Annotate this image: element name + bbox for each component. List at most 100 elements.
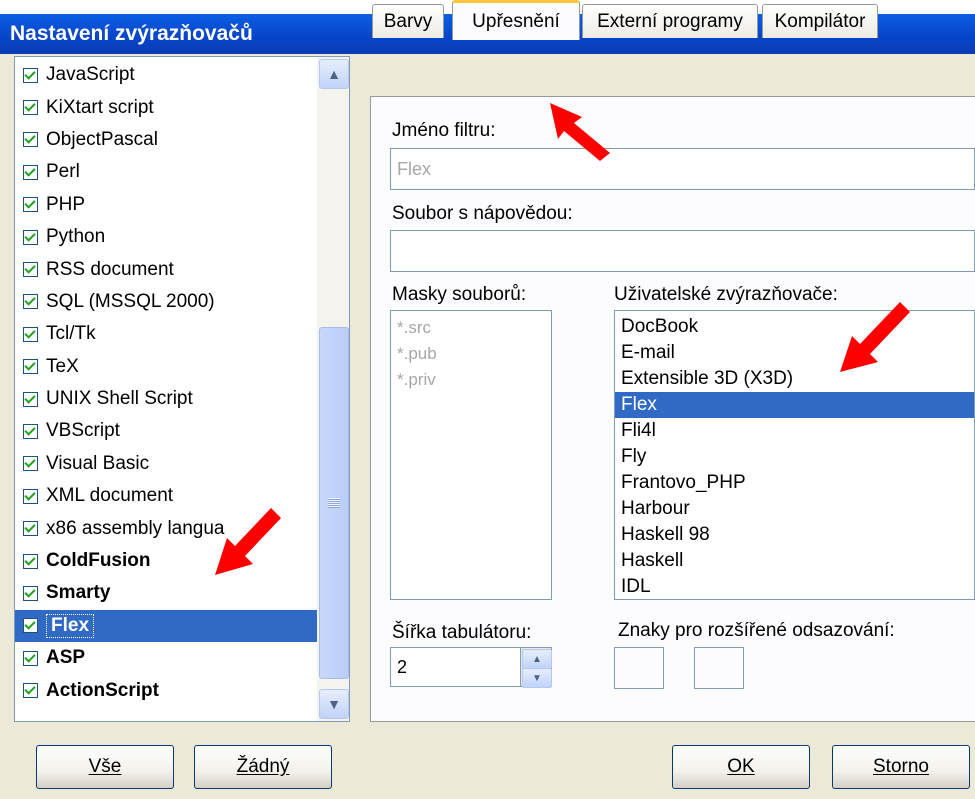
highlighter-label: Python [46,226,106,248]
arrow-icon [550,103,610,161]
checkbox[interactable] [23,359,38,375]
checkbox[interactable] [23,456,38,472]
arrow-icon [215,508,281,575]
highlighter-label: Flex [46,613,95,638]
tab-barvy[interactable]: Barvy [372,4,444,38]
highlighter-label: x86 assembly langua [46,517,225,539]
highlighter-label: ObjectPascal [46,128,158,150]
spin-up-button[interactable]: ▲ [522,649,552,669]
highlighter-item[interactable]: Visual Basic [15,448,317,480]
highlighter-item[interactable]: ActionScript [15,674,317,706]
list-item[interactable]: Fly [615,444,974,470]
highlighter-item[interactable]: Tcl/Tk [15,318,317,350]
tab-label: Kompilátor [774,10,866,32]
highlighter-item[interactable]: Python [15,221,317,253]
checkbox[interactable] [23,197,38,213]
scroll-down-button[interactable]: ▼ [319,689,349,719]
chevron-down-icon: ▼ [532,672,542,684]
checkbox[interactable] [23,67,38,83]
indent-char-2-field[interactable] [694,647,744,689]
checkbox[interactable] [23,262,38,278]
checkbox[interactable] [23,585,38,601]
highlighter-item[interactable]: KiXtart script [15,91,317,123]
highlighter-item[interactable]: UNIX Shell Script [15,383,317,415]
button-label: Vše [88,756,122,777]
ok-button[interactable]: OK [672,745,810,789]
highlighter-item[interactable]: Smarty [15,577,317,609]
tab-label: Barvy [383,10,433,32]
highlighter-item[interactable]: VBScript [15,415,317,447]
checkbox[interactable] [23,521,38,537]
highlighter-item[interactable]: Perl [15,156,317,188]
checkbox[interactable] [23,618,38,634]
checkbox[interactable] [23,683,38,699]
tab-upresneni[interactable]: Upřesnění [452,0,580,40]
checkbox[interactable] [23,164,38,180]
masks-label: Masky souborů: [392,284,527,305]
list-item[interactable]: *.pub [391,341,551,367]
tab-width-input[interactable]: 2 [390,647,522,687]
highlighter-label: RSS document [46,258,174,280]
highlighter-item[interactable]: SQL (MSSQL 2000) [15,286,317,318]
checkbox[interactable] [23,229,38,245]
button-label: Storno [873,756,929,777]
list-item[interactable]: Extensible 3D (X3D) [615,366,974,392]
chevron-down-icon: ▼ [327,696,341,712]
list-item[interactable]: Fli4l [615,418,974,444]
list-item[interactable]: Haskell 98 [615,522,974,548]
filter-name-label: Jméno filtru: [392,120,496,141]
button-label: OK [727,756,755,777]
scroll-up-button[interactable]: ▲ [319,59,349,89]
highlighter-item[interactable]: RSS document [15,253,317,285]
highlighter-list-scrollbar[interactable]: ▲ ▼ [317,57,349,721]
scroll-thumb[interactable] [319,327,349,679]
tab-width-spinner[interactable]: ▲ ▼ [520,647,552,688]
indent-chars-label: Znaky pro rozšířené odsazování: [618,620,895,641]
highlighter-item[interactable]: TeX [15,351,317,383]
file-masks-list[interactable]: *.src *.pub *.priv [390,310,552,600]
help-file-field[interactable] [390,230,975,272]
highlighter-label: ColdFusion [46,550,151,572]
list-item[interactable]: *.src [391,315,551,341]
tab-externi-programy[interactable]: Externí programy [582,4,758,38]
highlighter-list[interactable]: JavaScript KiXtart script ObjectPascal Perl… [14,56,350,722]
highlighter-rows: JavaScript KiXtart script ObjectPascal Perl… [15,59,317,707]
highlighter-item[interactable]: JavaScript [15,59,317,91]
highlighter-item[interactable]: Flex [15,609,317,643]
list-item[interactable]: E-mail [615,340,974,366]
highlighter-label: XML document [46,485,174,507]
button-label: Žádný [236,756,290,777]
cancel-button[interactable]: Storno [832,745,970,789]
list-item[interactable]: Haskell [615,548,974,574]
highlighter-item[interactable]: PHP [15,189,317,221]
highlighter-item[interactable]: ObjectPascal [15,124,317,156]
highlighter-label: JavaScript [46,64,135,86]
list-item[interactable]: Frantovo_PHP [615,470,974,496]
tab-width-label: Šířka tabulátoru: [392,622,532,643]
checkbox[interactable] [23,423,38,439]
spin-down-button[interactable]: ▼ [522,668,552,688]
checkbox[interactable] [23,294,38,310]
list-item[interactable]: Flex [615,392,974,418]
list-item[interactable]: Harbour [615,496,974,522]
list-item[interactable]: DocBook [615,314,974,340]
highlighter-item[interactable]: ASP [15,642,317,674]
checkbox[interactable] [23,326,38,342]
checkbox[interactable] [23,650,38,666]
checkbox[interactable] [23,553,38,569]
select-none-button[interactable]: Žádný [194,745,332,789]
user-highlighters-label: Uživatelské zvýrazňovače: [614,284,838,305]
filter-name-field[interactable]: Flex [390,148,975,190]
indent-char-1-field[interactable] [614,647,664,689]
tab-kompilator[interactable]: Kompilátor [762,4,878,38]
list-item[interactable]: *.priv [391,367,551,393]
checkbox[interactable] [23,488,38,504]
list-item[interactable]: IDL [615,574,974,599]
checkbox[interactable] [23,100,38,116]
highlighter-label: ASP [46,647,86,669]
user-highlighters-list[interactable]: DocBook E-mail Extensible 3D (X3D) Flex Fli4… [614,310,975,600]
select-all-button[interactable]: Vše [36,745,174,789]
checkbox[interactable] [23,132,38,148]
highlighter-label: VBScript [46,420,120,442]
checkbox[interactable] [23,391,38,407]
